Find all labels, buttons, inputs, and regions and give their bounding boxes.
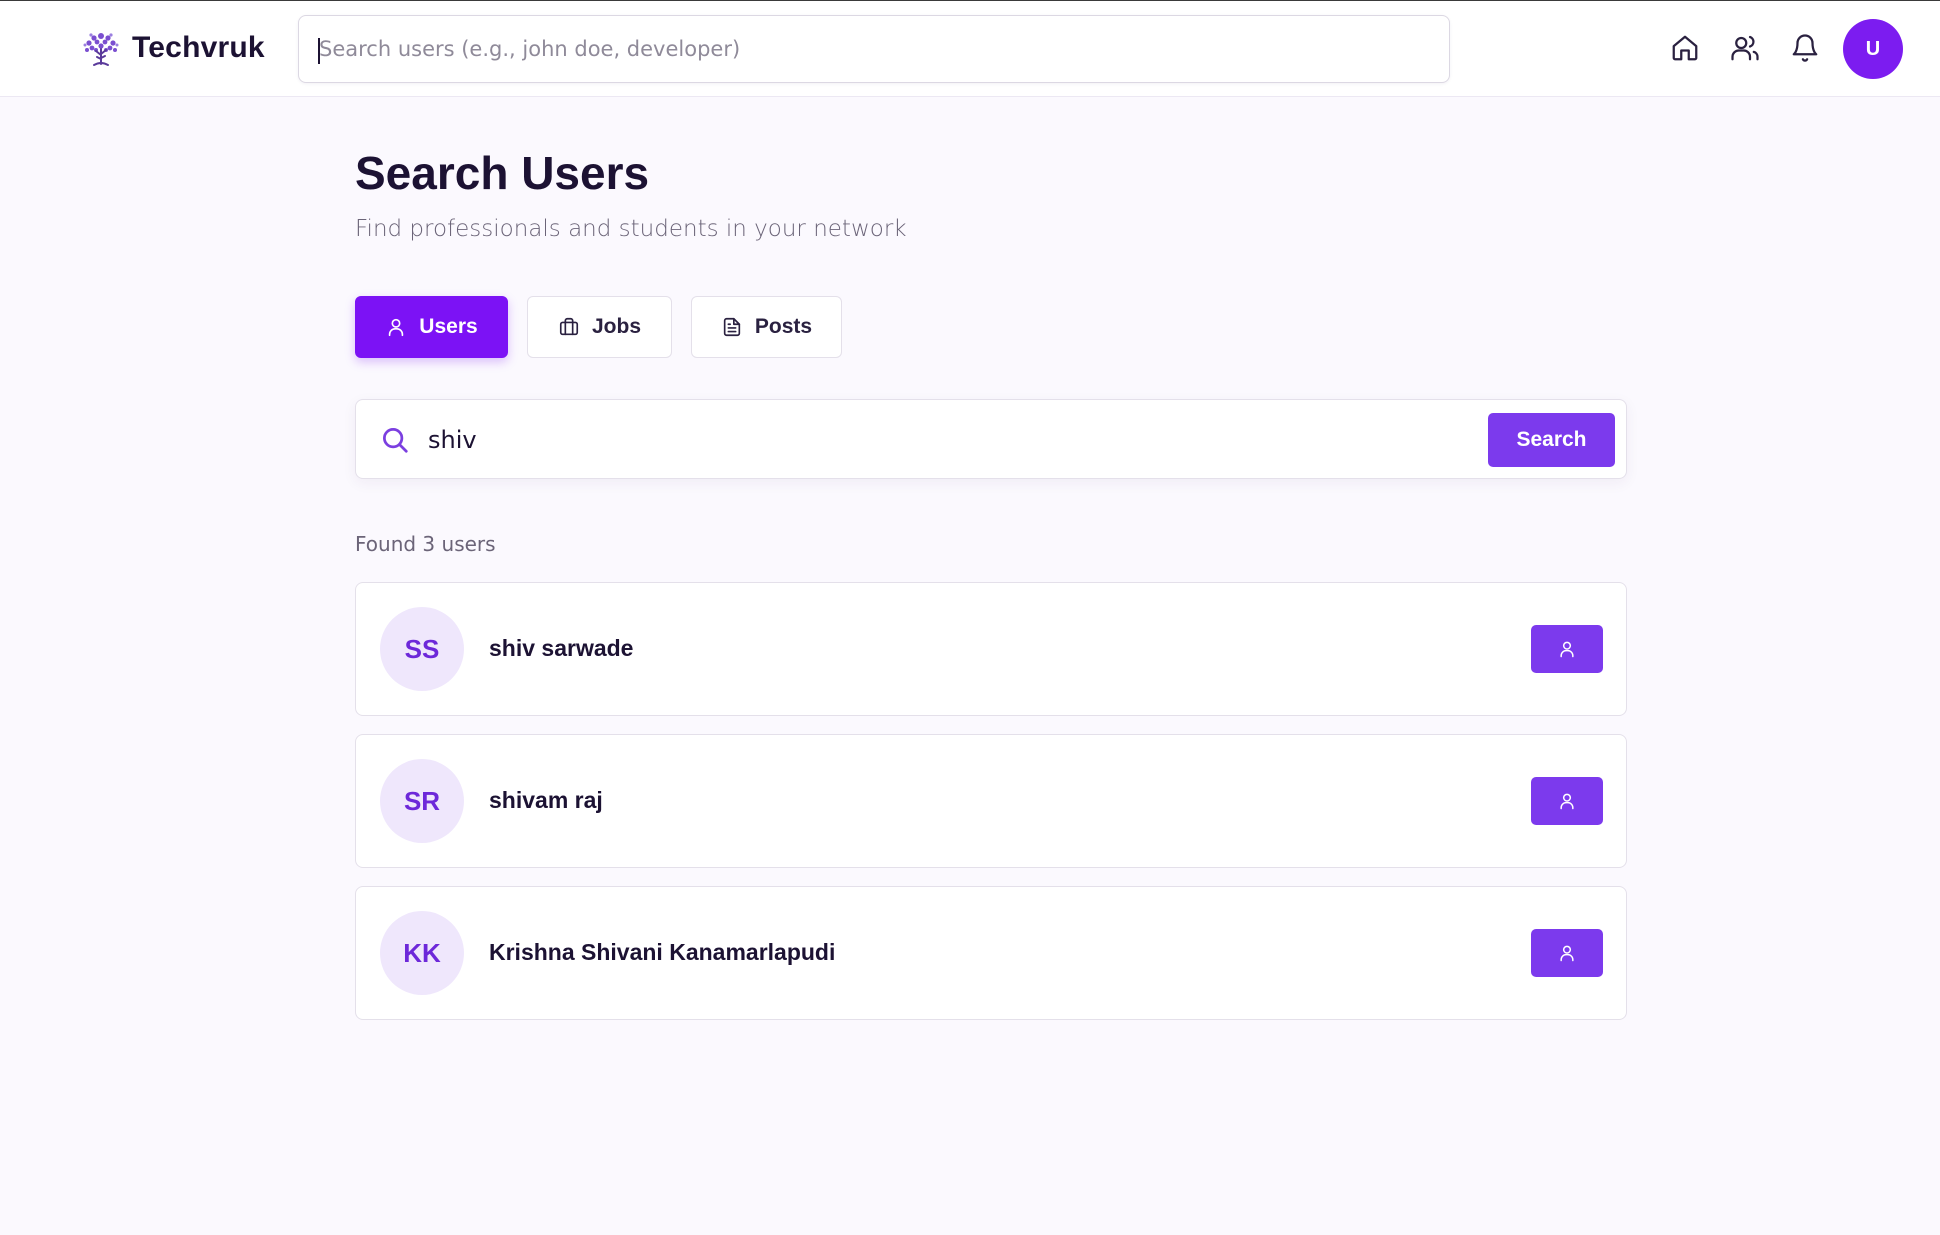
home-icon[interactable] bbox=[1668, 31, 1702, 65]
user-initials-avatar: SS bbox=[380, 607, 464, 691]
tab-users-label: Users bbox=[419, 315, 478, 338]
page-subtitle: Find professionals and students in your … bbox=[355, 216, 907, 242]
brand-logo[interactable]: Techvruk bbox=[80, 27, 265, 69]
user-icon bbox=[389, 318, 404, 337]
users-icon[interactable] bbox=[1728, 31, 1762, 65]
user-initials-avatar: KK bbox=[380, 911, 464, 995]
tab-users[interactable]: Users bbox=[355, 296, 508, 358]
user-result-card[interactable]: SS shiv sarwade bbox=[355, 582, 1627, 716]
view-profile-button[interactable] bbox=[1531, 929, 1603, 977]
search-type-tabs: Users Jobs Posts bbox=[355, 296, 861, 358]
briefcase-icon bbox=[559, 317, 579, 336]
global-search-input[interactable] bbox=[299, 16, 1449, 82]
bell-icon[interactable] bbox=[1788, 31, 1822, 65]
tab-jobs-label: Jobs bbox=[591, 315, 641, 338]
user-icon bbox=[1560, 793, 1574, 810]
tree-logo-icon bbox=[83, 33, 119, 66]
top-navbar: Techvruk U bbox=[0, 1, 1940, 97]
user-search-bar: Search bbox=[355, 399, 1627, 479]
brand-name: Techvruk bbox=[132, 31, 265, 64]
view-profile-button[interactable] bbox=[1531, 777, 1603, 825]
user-results-list: SS shiv sarwade SR shivam raj KK Krishna… bbox=[355, 582, 1627, 1038]
user-avatar-button[interactable]: U bbox=[1843, 19, 1903, 79]
user-icon bbox=[1560, 945, 1574, 962]
user-name[interactable]: shiv sarwade bbox=[489, 635, 633, 662]
user-search-input[interactable] bbox=[428, 414, 1428, 466]
global-search-field[interactable] bbox=[298, 15, 1450, 83]
user-result-card[interactable]: SR shivam raj bbox=[355, 734, 1627, 868]
text-cursor bbox=[318, 38, 320, 64]
view-profile-button[interactable] bbox=[1531, 625, 1603, 673]
user-icon bbox=[1560, 641, 1574, 658]
user-name[interactable]: Krishna Shivani Kanamarlapudi bbox=[489, 939, 835, 966]
user-initials-avatar: SR bbox=[380, 759, 464, 843]
result-count: Found 3 users bbox=[355, 532, 496, 556]
user-result-card[interactable]: KK Krishna Shivani Kanamarlapudi bbox=[355, 886, 1627, 1020]
tab-posts[interactable]: Posts bbox=[691, 296, 842, 358]
page-title: Search Users bbox=[355, 147, 650, 199]
tab-posts-label: Posts bbox=[754, 315, 813, 338]
search-button[interactable]: Search bbox=[1488, 413, 1615, 467]
user-name[interactable]: shivam raj bbox=[489, 787, 603, 814]
search-icon bbox=[380, 425, 410, 455]
document-icon bbox=[723, 317, 741, 337]
tab-jobs[interactable]: Jobs bbox=[527, 296, 672, 358]
